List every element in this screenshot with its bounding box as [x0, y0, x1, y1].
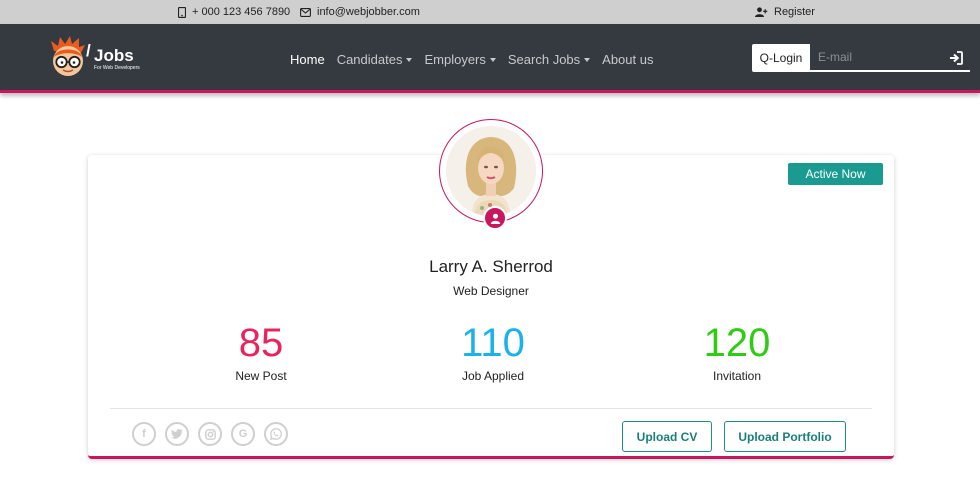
register-link[interactable]: Register — [755, 6, 815, 18]
brand-name: Jobs — [94, 46, 134, 65]
nav-item-label: Candidates — [336, 52, 403, 67]
upload-portfolio-button[interactable]: Upload Portfolio — [724, 421, 846, 452]
envelope-icon — [300, 7, 311, 17]
google-icon[interactable]: G — [231, 422, 255, 446]
user-plus-icon — [755, 7, 768, 17]
nav-item-candidates[interactable]: Candidates — [337, 52, 413, 67]
whatsapp-icon[interactable] — [264, 422, 288, 446]
main-navbar: / Jobs For Web Developers Home Candidate… — [0, 24, 980, 93]
email-address: info@webjobber.com — [317, 6, 420, 18]
stat-label: Invitation — [712, 369, 762, 383]
profile-photo — [446, 126, 536, 216]
profile-role: Web Designer — [453, 284, 529, 298]
instagram-icon[interactable] — [198, 422, 222, 446]
stat-label: Job Applied — [461, 369, 525, 383]
stat-value: 120 — [703, 321, 771, 365]
chevron-down-icon — [489, 58, 496, 62]
stat-value: 85 — [238, 321, 284, 365]
card-divider — [110, 408, 872, 409]
stat-job-applied: 110 Job Applied — [403, 321, 583, 383]
brand-slash: / — [86, 41, 91, 60]
phone-number: + 000 123 456 7890 — [192, 6, 291, 18]
register-label: Register — [774, 6, 815, 18]
chevron-down-icon — [406, 58, 413, 62]
email-field[interactable] — [810, 44, 970, 72]
quick-login-label: Q-Login — [752, 44, 810, 72]
mobile-phone-icon — [178, 6, 186, 18]
nav-item-about-us[interactable]: About us — [602, 52, 653, 67]
phone-contact: + 000 123 456 7890 — [178, 6, 290, 18]
nav-item-label: Employers — [424, 52, 486, 67]
brand-tagline: For Web Developers — [94, 65, 140, 71]
active-status-button[interactable]: Active Now — [788, 163, 883, 185]
nav-item-home[interactable]: Home — [290, 52, 325, 67]
twitter-icon[interactable] — [165, 422, 189, 446]
upload-cv-button[interactable]: Upload CV — [622, 421, 712, 452]
nav-item-search-jobs[interactable]: Search Jobs — [507, 52, 591, 67]
top-info-bar: + 000 123 456 7890 info@webjobber.com Re… — [0, 0, 980, 24]
stat-value: 110 — [461, 321, 525, 365]
sign-in-icon[interactable] — [948, 50, 964, 66]
social-links: f G — [132, 422, 288, 446]
nav-item-employers[interactable]: Employers — [424, 52, 496, 67]
profile-name: Larry A. Sherrod — [429, 257, 553, 276]
nav-item-label: Search Jobs — [507, 52, 581, 67]
email-contact[interactable]: info@webjobber.com — [300, 6, 420, 18]
avatar[interactable] — [446, 126, 536, 216]
nav-item-label: Home — [290, 52, 325, 67]
facebook-icon[interactable]: f — [132, 422, 156, 446]
stat-label: New Post — [235, 369, 287, 383]
quick-login-form: Q-Login — [752, 44, 970, 72]
user-badge-icon — [483, 206, 507, 230]
primary-nav: Home Candidates Employers Search Jobs Ab… — [290, 52, 665, 67]
stat-invitation: 120 Invitation — [647, 321, 827, 383]
mascot-logo-icon — [51, 36, 85, 76]
stat-new-post: 85 New Post — [171, 321, 351, 383]
chevron-down-icon — [584, 58, 591, 62]
brand-logo[interactable]: / Jobs For Web Developers — [48, 33, 158, 83]
nav-item-label: About us — [602, 52, 654, 67]
